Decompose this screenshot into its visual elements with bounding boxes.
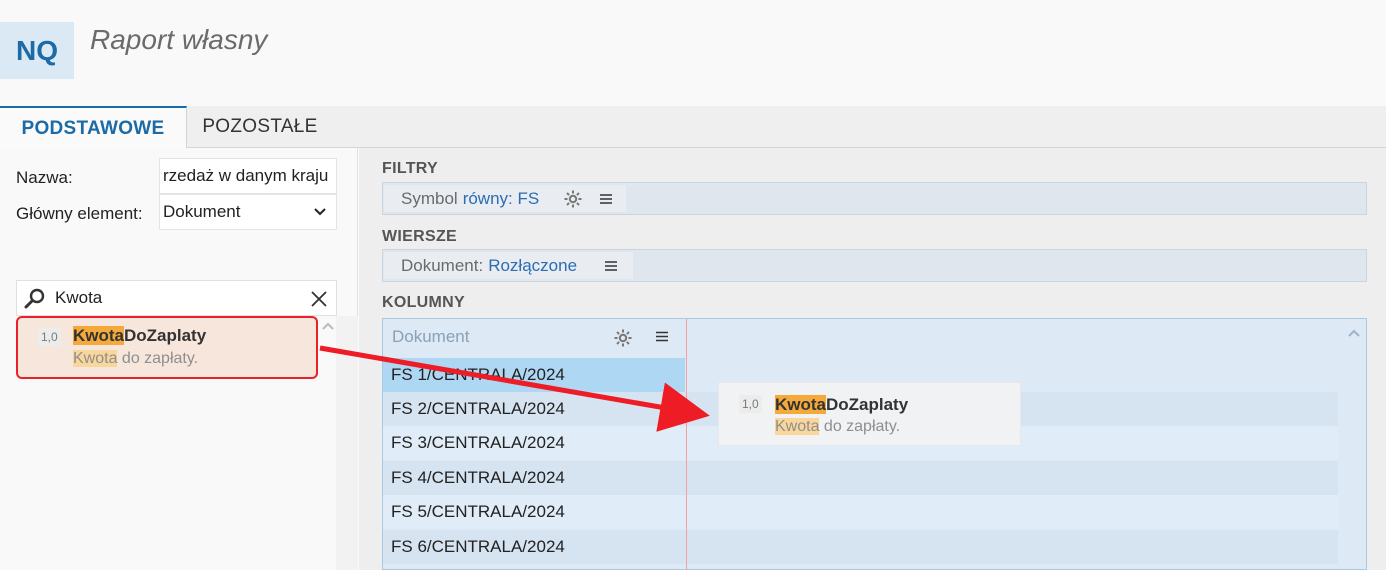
main-element-select[interactable]: Dokument	[159, 194, 337, 230]
ghost-desc-rest: do zapłaty.	[819, 418, 901, 435]
tab-podstawowe[interactable]: PODSTAWOWE	[0, 106, 187, 149]
chevron-up-icon[interactable]	[320, 320, 336, 332]
ghost-name-rest: DoZaplaty	[826, 395, 909, 414]
page-title: Raport własny	[90, 24, 268, 55]
table-row[interactable]: FS 5/CENTRALA/2024	[383, 495, 1338, 529]
name-input[interactable]: rzedaż w danym kraju	[159, 158, 337, 194]
row-chip-label: Dokument:	[401, 255, 484, 275]
menu-icon[interactable]	[656, 331, 668, 342]
drop-indicator	[686, 319, 687, 570]
ghost-name: KwotaDoZaplaty	[775, 395, 908, 415]
main-element-label: Główny element:	[16, 204, 143, 223]
result-desc-rest: do zapłaty.	[117, 350, 199, 367]
menu-icon[interactable]	[604, 260, 618, 272]
tab-pozostale[interactable]: POZOSTAŁE	[187, 106, 333, 148]
search-input[interactable]: Kwota	[55, 288, 102, 308]
chevron-down-icon	[314, 208, 326, 216]
filters-title: FILTRY	[382, 160, 439, 177]
filter-chip[interactable]: Symbol równy: FS	[384, 185, 626, 212]
table-row[interactable]: FS 4/CENTRALA/2024	[383, 461, 1338, 495]
search-result-item[interactable]: 1,0 KwotaDoZaplaty Kwota do zapłaty.	[16, 316, 318, 379]
field-search[interactable]: Kwota	[16, 280, 337, 316]
gear-icon[interactable]	[613, 328, 633, 348]
result-description: Kwota do zapłaty.	[73, 350, 198, 368]
type-tag: 1,0	[739, 395, 762, 413]
ghost-name-match: Kwota	[775, 395, 826, 414]
table-row[interactable]: FS 1/CENTRALA/2024	[383, 358, 685, 392]
results-scrollbar[interactable]	[336, 316, 358, 570]
type-tag: 1,0	[38, 328, 61, 346]
menu-icon[interactable]	[599, 193, 613, 205]
column-header[interactable]: Dokument	[383, 319, 685, 355]
row-chip-value: Rozłączone	[488, 255, 578, 275]
result-name-match: Kwota	[73, 326, 124, 345]
report-designer: FILTRY Symbol równy: FS WIERSZE Dokument…	[359, 148, 1386, 570]
columns-title: KOLUMNY	[382, 294, 465, 311]
chevron-up-icon[interactable]	[1346, 327, 1362, 339]
ghost-desc-match: Kwota	[775, 418, 820, 435]
result-name-rest: DoZaplaty	[124, 326, 207, 345]
tab-bar: PODSTAWOWE POZOSTAŁE	[0, 106, 1386, 149]
rows-bar[interactable]: Dokument: Rozłączone	[382, 249, 1367, 282]
search-icon	[24, 288, 45, 309]
result-desc-match: Kwota	[73, 350, 118, 367]
app-logo: NQ	[0, 22, 74, 79]
ghost-description: Kwota do zapłaty.	[775, 418, 900, 436]
close-icon[interactable]	[308, 288, 330, 310]
gear-icon[interactable]	[563, 189, 583, 209]
table-row[interactable]: FS 6/CENTRALA/2024	[383, 530, 1338, 564]
app-header: NQ Raport własny	[0, 0, 1386, 106]
filters-bar[interactable]: Symbol równy: FS	[382, 182, 1367, 215]
drag-ghost-item: 1,0 KwotaDoZaplaty Kwota do zapłaty.	[719, 383, 1020, 445]
rows-title: WIERSZE	[382, 228, 457, 245]
row-chip[interactable]: Dokument: Rozłączone	[384, 252, 633, 279]
name-label: Nazwa:	[16, 168, 73, 187]
main-element-value: Dokument	[163, 202, 241, 221]
filter-chip-value: równy: FS	[462, 188, 540, 208]
column-header-label: Dokument	[392, 327, 470, 346]
filter-chip-label: Symbol	[401, 188, 458, 208]
left-panel: Nazwa: rzedaż w danym kraju Główny eleme…	[0, 148, 358, 570]
name-input-value: rzedaż w danym kraju	[163, 166, 329, 185]
result-name: KwotaDoZaplaty	[73, 326, 206, 346]
